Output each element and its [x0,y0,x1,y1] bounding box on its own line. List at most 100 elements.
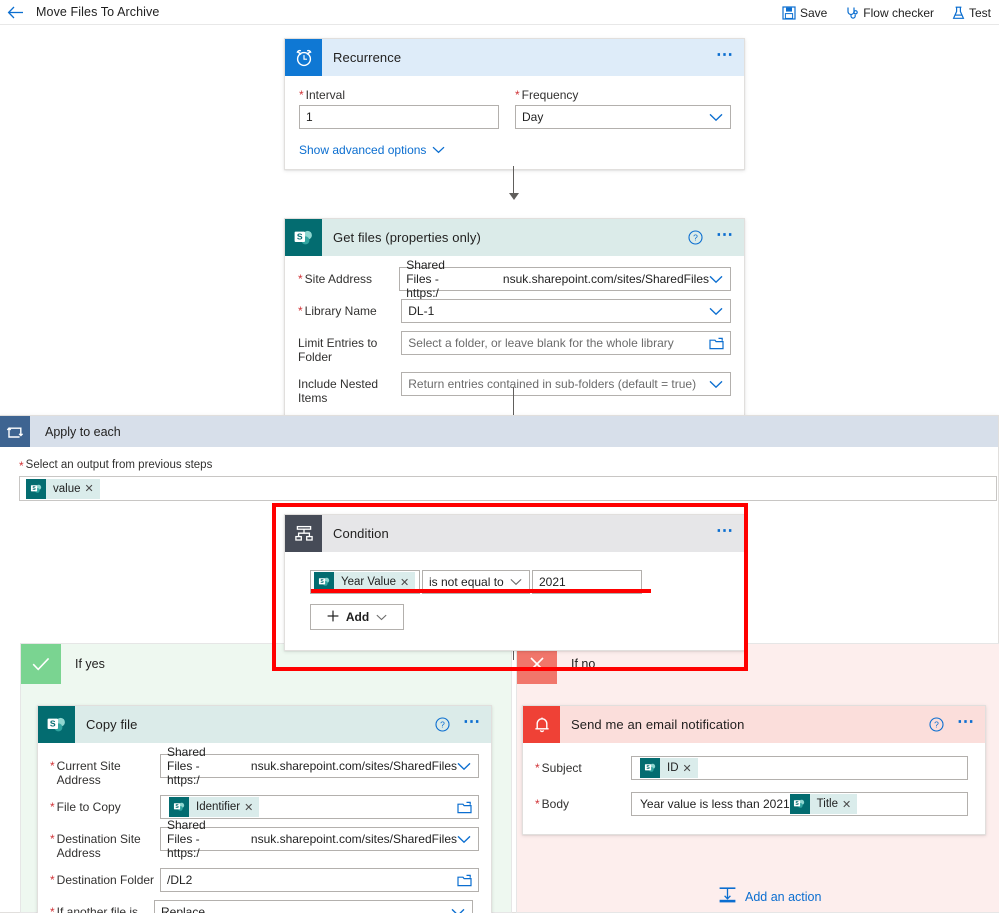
file-to-copy-required-asterisk: * [50,800,55,814]
site-address-label-wrap: * Site Address [298,267,399,286]
site-address-select[interactable]: Shared Files - https:/ nsuk.sharepoint.c… [399,258,731,300]
condition-left-operand[interactable]: S Year Value ✕ [310,570,420,594]
stethoscope-icon [845,6,859,20]
field-current-site-address: * Current Site Address Shared Files - ht… [50,745,479,787]
body-label: Body [541,797,570,811]
if-another-file-label: If another file is already there [56,905,139,913]
current-site-address-required-asterisk: * [50,759,55,773]
destination-folder-required-asterisk: * [50,873,55,887]
folder-icon[interactable] [457,801,472,814]
flow-checker-label: Flow checker [863,5,934,20]
field-destination-folder: * Destination Folder /DL2 [50,868,479,892]
condition-card[interactable]: Condition ⋯ S Year Value ✕ is not equal … [284,514,745,651]
condition-operator-select[interactable]: is not equal to [422,570,530,594]
token-remove-icon[interactable]: ✕ [244,801,259,814]
frequency-label-wrap: * Frequency [515,88,731,102]
copy-file-menu-icon[interactable]: ⋯ [463,713,482,732]
get-files-card-header: S Get files (properties only) ? ⋯ [285,219,744,256]
file-to-copy-input[interactable]: S Identifier ✕ [160,795,479,819]
destination-folder-input[interactable]: /DL2 [160,868,479,892]
apply-to-each-body: * Select an output from previous steps S… [0,447,998,501]
condition-operator-value: is not equal to [429,575,504,589]
field-if-another-file-exists: * If another file is already there Repla… [50,900,479,913]
select-output-input[interactable]: S value ✕ [19,476,997,501]
token-value[interactable]: S value ✕ [26,478,100,499]
copy-file-card[interactable]: S Copy file ? ⋯ * Current Site Address S… [37,705,492,913]
library-name-value: DL-1 [408,304,435,318]
help-icon[interactable]: ? [929,717,944,732]
field-body: * Body Year value is less than 2021 S Ti… [535,792,973,816]
add-action-icon [718,886,737,907]
token-remove-icon[interactable]: ✕ [85,482,100,495]
file-to-copy-label-wrap: * File to Copy [50,795,160,814]
token-id[interactable]: S ID ✕ [640,758,698,778]
svg-text:S: S [49,718,55,728]
alarm-clock-icon [285,39,322,76]
recurrence-menu-icon[interactable]: ⋯ [716,46,735,65]
interval-value: 1 [306,110,313,124]
condition-card-body: S Year Value ✕ is not equal to 2021 Add [285,552,744,650]
include-nested-placeholder: Return entries contained in sub-folders … [408,377,697,391]
recurrence-card-header: Recurrence ⋯ [285,39,744,76]
recurrence-advanced-options-link[interactable]: Show advanced options [299,143,445,157]
subject-input[interactable]: S ID ✕ [631,756,968,780]
limit-entries-label: Limit Entries to Folder [298,336,378,364]
recurrence-card[interactable]: Recurrence ⋯ * Interval 1 * Frequency Da… [284,38,745,170]
add-an-action-label: Add an action [745,889,822,904]
site-address-value-left: Shared Files - https:/ [406,258,445,300]
limit-entries-input[interactable]: Select a folder, or leave blank for the … [401,331,731,355]
send-email-menu-icon[interactable]: ⋯ [957,713,976,732]
token-year-value[interactable]: S Year Value ✕ [314,572,416,592]
body-input[interactable]: Year value is less than 2021 S Title ✕ [631,792,968,816]
token-label: value [53,482,81,495]
send-email-card-body: * Subject S ID ✕ * Body Year value is le… [523,743,985,834]
interval-label: Interval [305,88,346,102]
library-name-label: Library Name [304,304,377,318]
connector-line [513,166,514,195]
add-condition-button[interactable]: Add [310,604,404,630]
add-an-action-wrap[interactable]: Add an action [718,886,821,907]
token-title[interactable]: S Title ✕ [789,794,858,814]
frequency-select[interactable]: Day [515,105,731,129]
include-nested-select[interactable]: Return entries contained in sub-folders … [401,372,731,396]
condition-menu-icon[interactable]: ⋯ [716,522,735,541]
chevron-down-icon [457,762,472,771]
send-email-card-header: Send me an email notification ? ⋯ [523,706,985,743]
recurrence-header-actions: ⋯ [716,39,735,76]
send-email-card[interactable]: Send me an email notification ? ⋯ * Subj… [522,705,986,835]
library-name-select[interactable]: DL-1 [401,299,731,323]
destination-site-address-value-left: Shared Files - https:/ [167,818,206,860]
field-limit-entries-to-folder: Limit Entries to Folder Select a folder,… [298,331,731,364]
token-remove-icon[interactable]: ✕ [683,762,698,775]
sharepoint-icon: S [169,797,189,817]
svg-text:?: ? [440,720,445,730]
interval-input[interactable]: 1 [299,105,499,129]
if-another-file-select[interactable]: Replace [154,900,473,913]
limit-entries-placeholder: Select a folder, or leave blank for the … [408,336,674,350]
frequency-value: Day [522,110,544,124]
token-identifier[interactable]: S Identifier ✕ [169,797,260,817]
checkmark-icon [21,644,61,684]
help-icon[interactable]: ? [435,717,450,732]
back-icon[interactable] [0,0,30,25]
add-an-action-button[interactable]: Add an action [718,886,821,907]
frequency-required-asterisk: * [515,88,520,102]
get-files-menu-icon[interactable]: ⋯ [716,226,735,245]
get-files-card[interactable]: S Get files (properties only) ? ⋯ * Site… [284,218,745,446]
token-remove-icon[interactable]: ✕ [400,576,415,589]
copy-file-header-actions: ? ⋯ [435,706,482,743]
help-icon[interactable]: ? [688,230,703,245]
site-address-required-asterisk: * [298,272,303,286]
token-remove-icon[interactable]: ✕ [842,798,857,811]
folder-icon[interactable] [457,874,472,887]
flow-checker-button[interactable]: Flow checker [843,4,936,22]
destination-site-address-select[interactable]: Shared Files - https:/ nsuk.sharepoint.c… [160,818,479,860]
save-button[interactable]: Save [780,4,829,22]
flow-canvas: Recurrence ⋯ * Interval 1 * Frequency Da… [0,25,999,913]
test-button[interactable]: Test [950,4,993,22]
condition-right-operand[interactable]: 2021 [532,570,642,594]
svg-text:?: ? [693,233,698,243]
folder-icon[interactable] [709,337,724,350]
current-site-address-select[interactable]: Shared Files - https:/ nsuk.sharepoint.c… [160,745,479,787]
body-required-asterisk: * [535,797,540,811]
